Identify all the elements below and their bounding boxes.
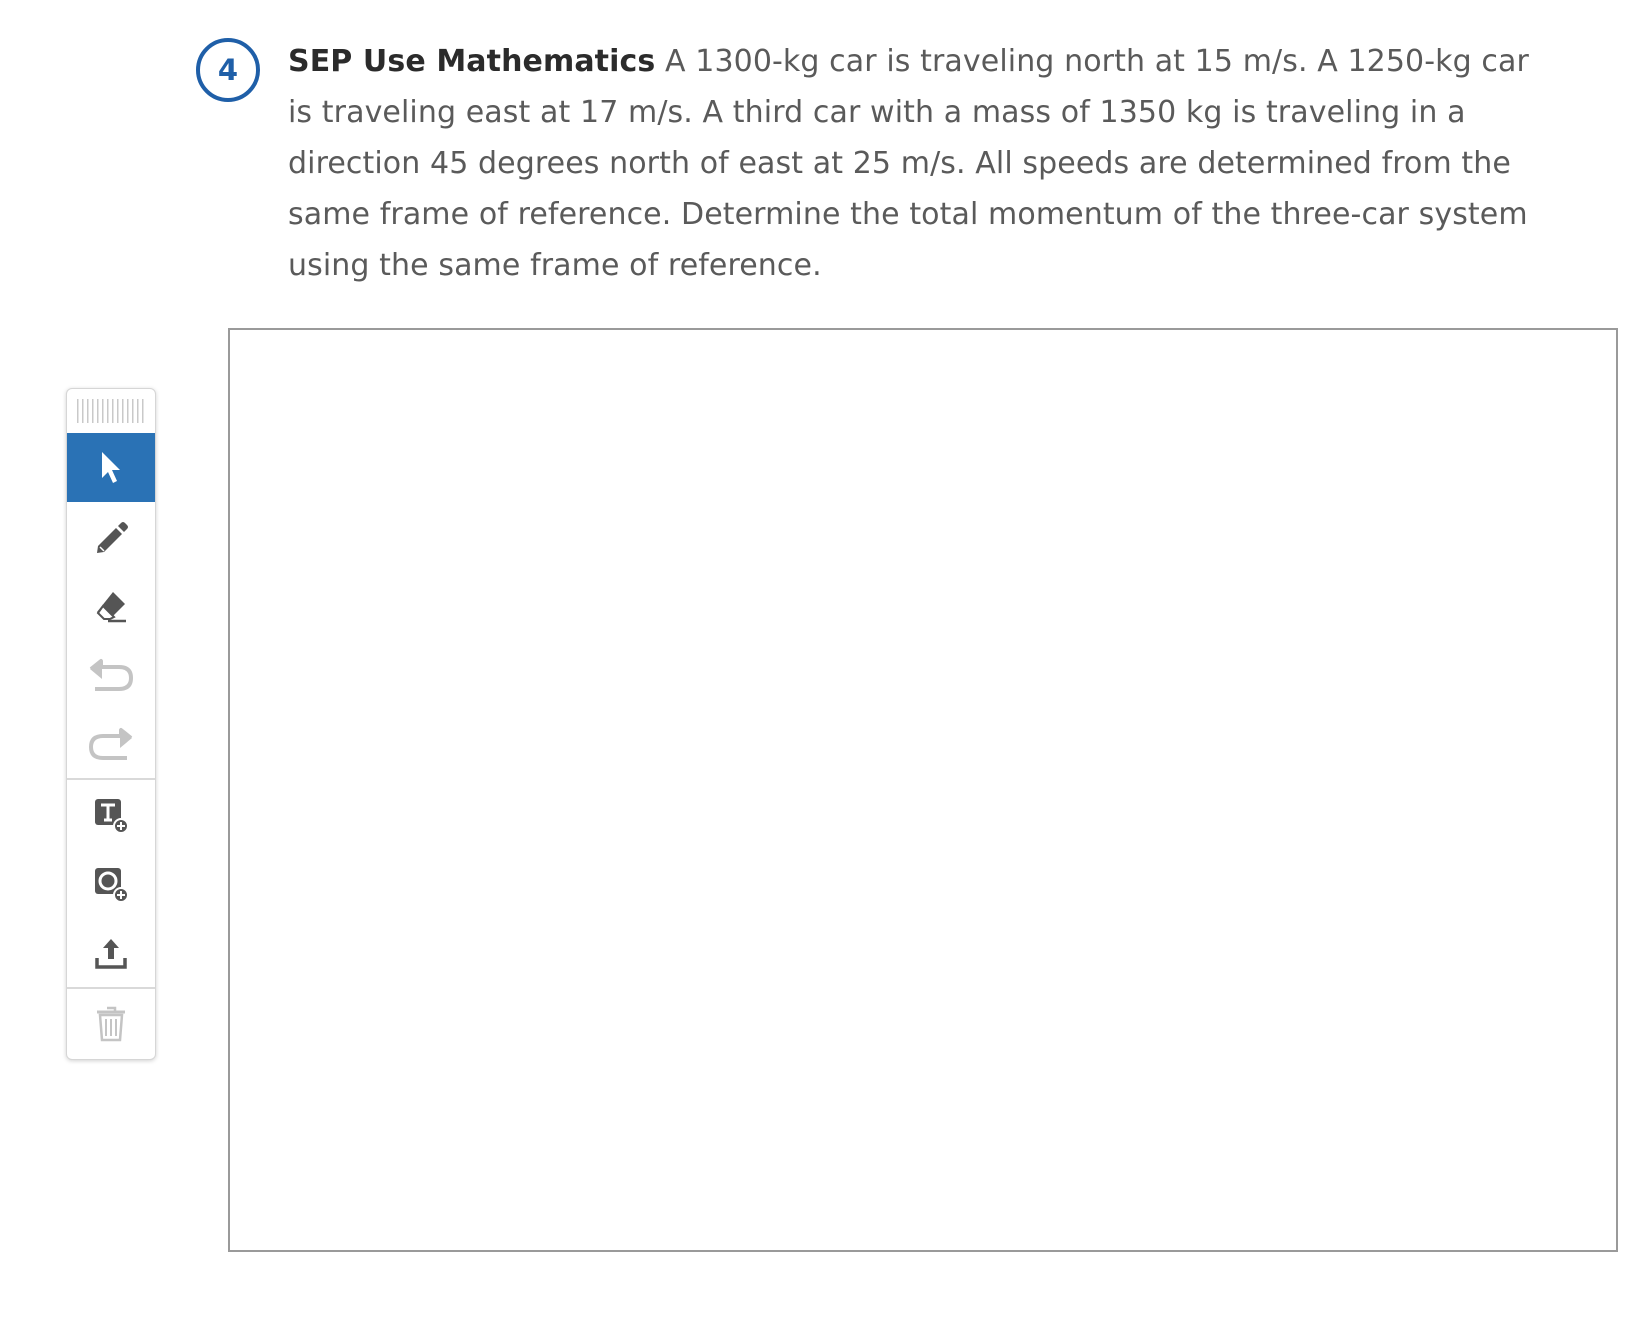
eraser-tool-button[interactable]	[67, 571, 155, 640]
add-shape-icon	[95, 867, 129, 903]
redo-icon	[89, 727, 133, 760]
question-lead: SEP Use Mathematics	[288, 44, 656, 79]
redo-button[interactable]	[67, 709, 155, 778]
upload-button[interactable]	[67, 918, 155, 987]
undo-icon	[89, 658, 133, 691]
delete-button[interactable]	[67, 989, 155, 1058]
drawing-toolbar	[66, 388, 156, 1060]
question-number-badge: 4	[196, 38, 260, 102]
add-text-icon	[95, 798, 129, 834]
add-text-button[interactable]	[67, 780, 155, 849]
trash-icon	[97, 1006, 125, 1041]
pencil-tool-button[interactable]	[67, 502, 155, 571]
add-shape-button[interactable]	[67, 849, 155, 918]
eraser-icon	[96, 591, 126, 622]
pencil-icon	[97, 521, 128, 553]
grip-lines	[77, 399, 145, 423]
question-text: SEP Use Mathematics A 1300-kg car is tra…	[288, 36, 1548, 291]
undo-button[interactable]	[67, 640, 155, 709]
drawing-canvas[interactable]	[228, 328, 1618, 1252]
question-body: A 1300-kg car is traveling north at 15 m…	[288, 44, 1529, 283]
upload-icon	[95, 938, 127, 969]
select-tool-button[interactable]	[67, 433, 155, 502]
toolbar-drag-handle[interactable]	[67, 389, 155, 433]
cursor-icon	[102, 451, 120, 483]
